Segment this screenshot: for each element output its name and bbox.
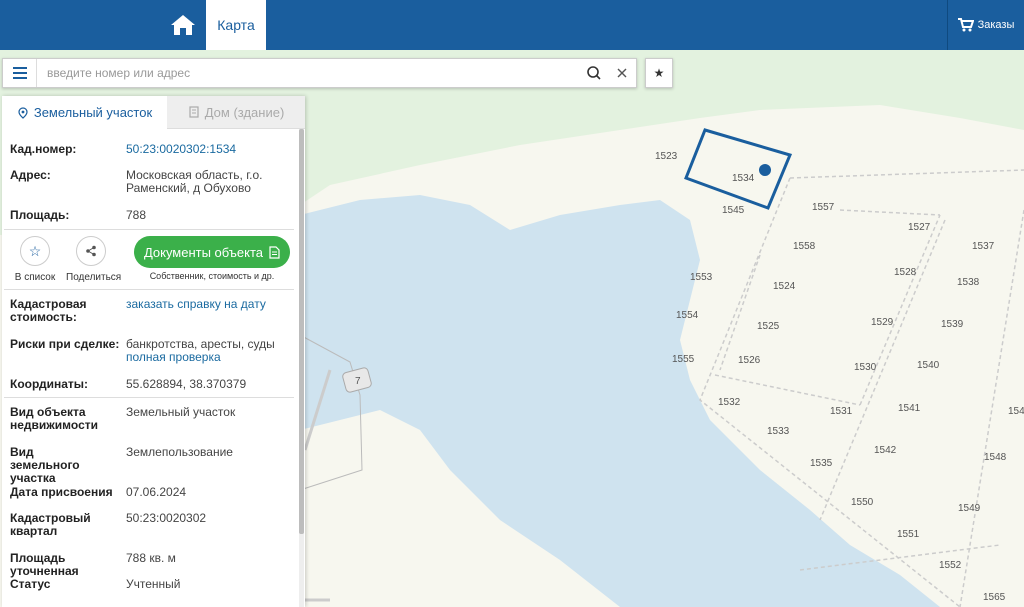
favorites-button[interactable]: ★ [645,58,673,88]
cad-quarter-value: 50:23:0020302 [126,511,207,525]
cad-number-label: Кад.номер: [10,142,77,156]
object-type-label: Вид объекта недвижимости [10,405,98,432]
area-precise-label: Площадь уточненная [10,551,79,578]
plot-label-1529[interactable]: 1529 [871,317,894,328]
plot-label-1539[interactable]: 1539 [941,319,964,330]
home-icon [171,15,195,35]
plot-label-1530[interactable]: 1530 [854,362,877,373]
documents-subtitle: Собственник, стоимость и др. [149,271,275,281]
plot-label-1549[interactable]: 1549 [958,503,981,514]
plot-label-1550[interactable]: 1550 [851,497,874,508]
object-type-value: Земельный участок [126,405,236,419]
search-bar [2,58,637,88]
area-value: 788 [126,208,147,222]
home-button[interactable] [160,0,206,50]
assigned-date-label: Дата присвоения [10,485,113,499]
add-to-list-label: В список [14,272,56,283]
plot-label-1545[interactable]: 1545 [722,205,745,216]
plot-label-1523[interactable]: 1523 [655,151,678,162]
plot-label-1558[interactable]: 1558 [793,241,816,252]
plot-label-154[interactable]: 154 [1008,406,1024,417]
cad-value-link[interactable]: заказать справку на дату [126,298,296,311]
plot-label-1525[interactable]: 1525 [757,321,780,332]
plot-label-1555[interactable]: 1555 [672,354,695,365]
cad-number-value[interactable]: 50:23:0020302:1534 [126,143,296,156]
tab-map[interactable]: Карта [206,0,266,50]
land-type-label: Вид земельного участка [10,445,80,485]
risks-values: банкротства, аресты, суды полная проверк… [126,338,296,364]
plot-label-1554[interactable]: 1554 [676,310,699,321]
building-icon [189,106,199,118]
plot-label-1534[interactable]: 1534 [732,173,755,184]
panel-scrollbar[interactable] [299,129,304,607]
plot-label-1551[interactable]: 1551 [897,529,920,540]
search-button[interactable] [580,59,608,87]
tab-land-plot[interactable]: Земельный участок [2,96,167,129]
land-type-value: Землепользование [126,445,233,459]
orders-label: Заказы [977,19,1015,31]
plot-label-1540[interactable]: 1540 [917,360,940,371]
hamburger-icon [12,67,27,79]
address-label: Адрес: [10,168,51,182]
star-outline-icon: ☆ [28,242,42,259]
plot-label-1532[interactable]: 1532 [718,397,741,408]
clear-button[interactable] [608,59,636,87]
cad-value-label: Кадастровая стоимость: [10,297,87,324]
address-value: Московская область, г.о. Раменский, д Об… [126,168,263,195]
cad-quarter-label: Кадастровый квартал [10,511,91,538]
scrollbar-thumb[interactable] [299,129,304,534]
status-label: Статус [10,577,51,591]
tab-building-label: Дом (здание) [204,104,285,120]
top-bar: Карта Заказы [0,0,1024,50]
divider [4,289,294,290]
divider [4,229,294,230]
plot-label-1557[interactable]: 1557 [812,202,835,213]
divider [4,397,294,398]
plot-label-1537[interactable]: 1537 [972,241,995,252]
info-panel: Земельный участок Дом (здание) Кад.номер… [2,96,305,607]
pin-icon [18,106,28,119]
status-value: Учтенный [126,577,181,591]
coords-label: Координаты: [10,377,89,391]
plot-label-1552[interactable]: 1552 [939,560,962,571]
road-number-label: 7 [355,376,361,387]
plot-label-1533[interactable]: 1533 [767,426,790,437]
parcel-marker[interactable] [759,164,771,176]
share-icon [86,245,96,257]
star-icon: ★ [653,66,665,80]
plot-label-1528[interactable]: 1528 [894,267,917,278]
plot-label-1542[interactable]: 1542 [874,445,897,456]
plot-label-1553[interactable]: 1553 [690,272,713,283]
plot-label-1524[interactable]: 1524 [773,281,796,292]
plot-label-1538[interactable]: 1538 [957,277,980,288]
search-icon [587,66,601,80]
search-input[interactable] [37,60,580,86]
full-check-link[interactable]: полная проверка [126,351,296,364]
tab-land-plot-label: Земельный участок [33,105,153,120]
document-icon [269,245,280,259]
menu-button[interactable] [3,59,37,87]
risks-label: Риски при сделке: [10,337,120,351]
area-precise-value: 788 кв. м [126,551,176,565]
close-icon [617,68,627,78]
add-to-list-button[interactable]: ☆ В список [10,236,60,283]
plot-label-1531[interactable]: 1531 [830,406,853,417]
share-button[interactable]: Поделиться [66,236,121,283]
area-label: Площадь: [10,208,70,222]
assigned-date-value: 07.06.2024 [126,485,187,499]
plot-label-1527[interactable]: 1527 [908,222,931,233]
panel-tabs: Земельный участок Дом (здание) [2,96,305,129]
cart-icon [957,18,974,32]
orders-button[interactable]: Заказы [947,0,1024,50]
documents-button[interactable]: Документы объекта [134,236,290,268]
plot-label-1535[interactable]: 1535 [810,458,833,469]
coords-value: 55.628894, 38.370379 [126,377,247,391]
plot-label-1565[interactable]: 1565 [983,592,1006,603]
plot-label-1541[interactable]: 1541 [898,403,921,414]
plot-label-1526[interactable]: 1526 [738,355,761,366]
documents-label: Документы объекта [143,244,264,260]
tab-building[interactable]: Дом (здание) [167,96,305,129]
plot-label-1548[interactable]: 1548 [984,452,1007,463]
share-label: Поделиться [66,272,122,283]
